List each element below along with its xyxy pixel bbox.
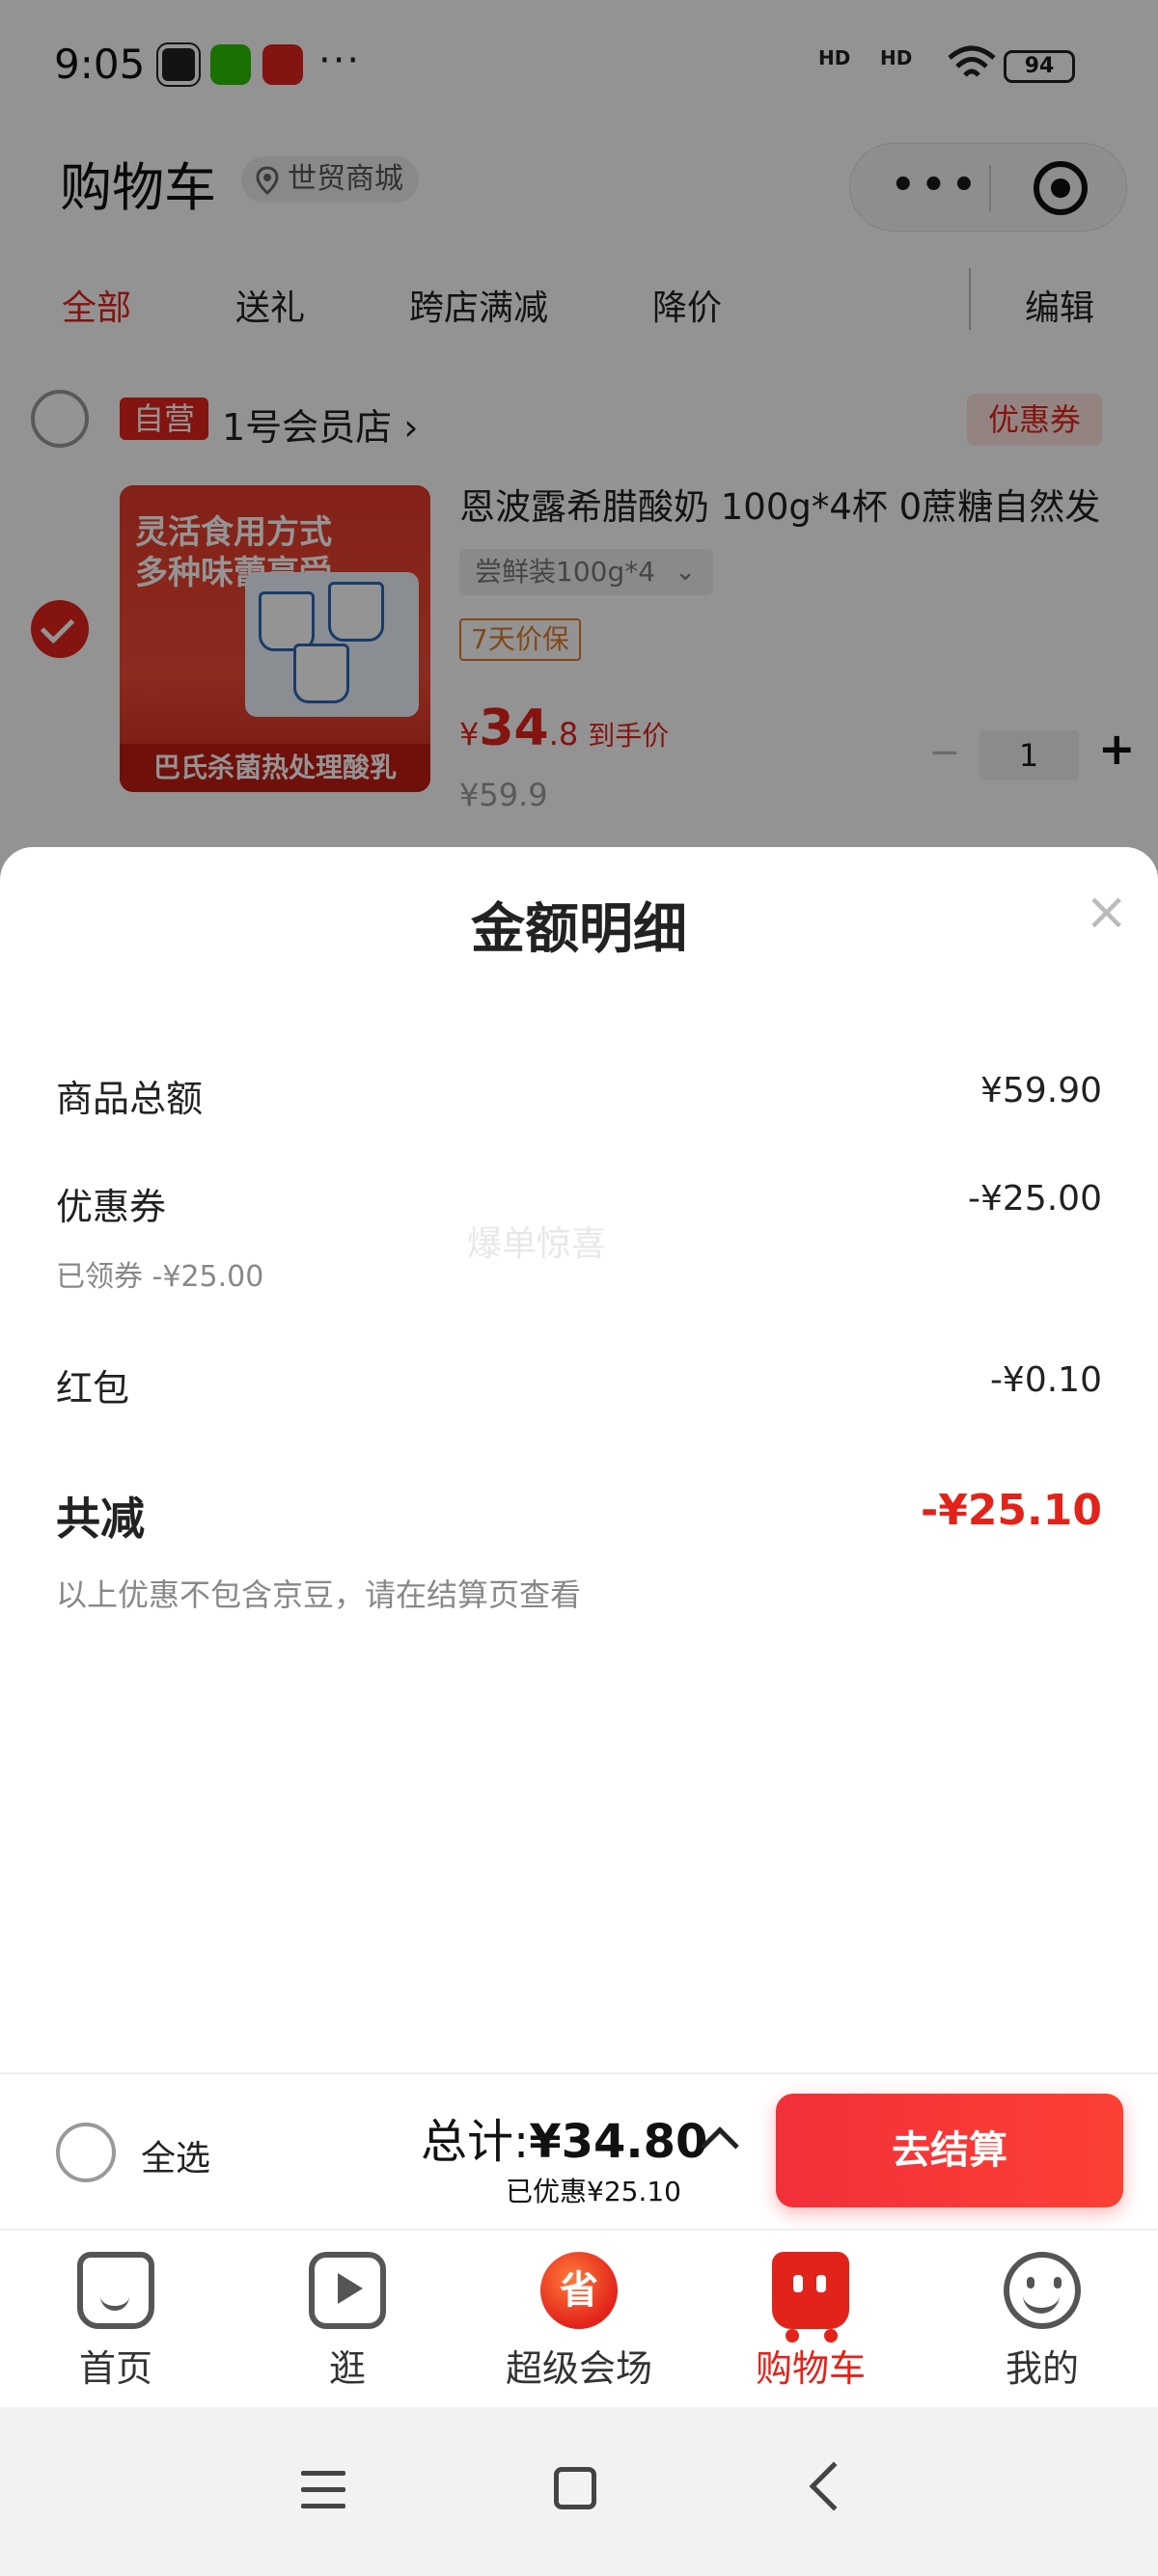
select-all-label[interactable]: 全选 <box>141 2130 210 2180</box>
home-icon <box>77 2252 154 2329</box>
tabbar-item-browse[interactable]: 逛 <box>232 2231 463 2409</box>
watermark-text: 爆单惊喜 <box>467 1224 607 1264</box>
super-venue-icon: 省 <box>540 2252 618 2329</box>
menu-line <box>301 2487 345 2492</box>
tabbar-label: 购物车 <box>755 2347 866 2390</box>
select-all-radio[interactable] <box>56 2123 116 2182</box>
tabbar-item-cart[interactable]: 购物车 <box>695 2231 926 2409</box>
amount-detail-sheet: 金额明细 × 商品总额 ¥59.90 优惠券 -¥25.00 已领券 -¥25.… <box>0 847 1158 2072</box>
total-amount: ¥34.80 <box>529 2115 708 2169</box>
menu-icon[interactable] <box>301 2471 345 2509</box>
home-square-icon[interactable] <box>554 2467 596 2509</box>
tabbar-item-home[interactable]: 首页 <box>0 2231 232 2409</box>
close-icon[interactable]: × <box>1085 886 1128 938</box>
goods-total-value: ¥59.90 <box>980 1071 1102 1110</box>
tabbar-label: 逛 <box>328 2347 366 2390</box>
total-price: 总计:¥34.80 <box>421 2103 707 2171</box>
checkout-button[interactable]: 去结算 <box>776 2094 1123 2207</box>
total-prefix: 总计: <box>421 2115 530 2169</box>
tabbar-item-me[interactable]: 我的 <box>926 2231 1158 2409</box>
checkout-bar: 全选 总计:¥34.80 已优惠¥25.10 去结算 <box>0 2072 1158 2229</box>
red-packet-label: 红包 <box>56 1367 130 1410</box>
red-packet-value: -¥0.10 <box>989 1360 1102 1400</box>
sheet-title: 金额明细 <box>471 898 687 961</box>
tabbar-item-super-venue[interactable]: 省 超级会场 <box>463 2231 695 2409</box>
system-nav-bar <box>0 2407 1158 2576</box>
cart-icon <box>772 2252 849 2343</box>
discount-note: 以上优惠不包含京豆，请在结算页查看 <box>56 1576 582 1613</box>
menu-line <box>301 2504 345 2508</box>
back-icon[interactable] <box>809 2461 859 2511</box>
total-discount-value: -¥25.10 <box>920 1486 1102 1535</box>
tabbar-label: 超级会场 <box>505 2347 652 2390</box>
saved-amount: 已优惠¥25.10 <box>506 2176 681 2207</box>
play-icon <box>309 2252 386 2329</box>
coupon-sub: 已领券 -¥25.00 <box>56 1260 264 1294</box>
smile-icon <box>1004 2252 1081 2329</box>
goods-total-label: 商品总额 <box>56 1078 204 1120</box>
tabbar-label: 我的 <box>1005 2347 1079 2390</box>
coupon-label: 优惠券 <box>56 1186 167 1228</box>
coupon-value: -¥25.00 <box>968 1179 1102 1219</box>
tabbar-label: 首页 <box>78 2347 152 2390</box>
total-discount-label: 共减 <box>56 1493 145 1545</box>
menu-line <box>301 2471 345 2476</box>
bottom-tab-bar: 首页 逛 省 超级会场 购物车 我的 <box>0 2229 1158 2407</box>
